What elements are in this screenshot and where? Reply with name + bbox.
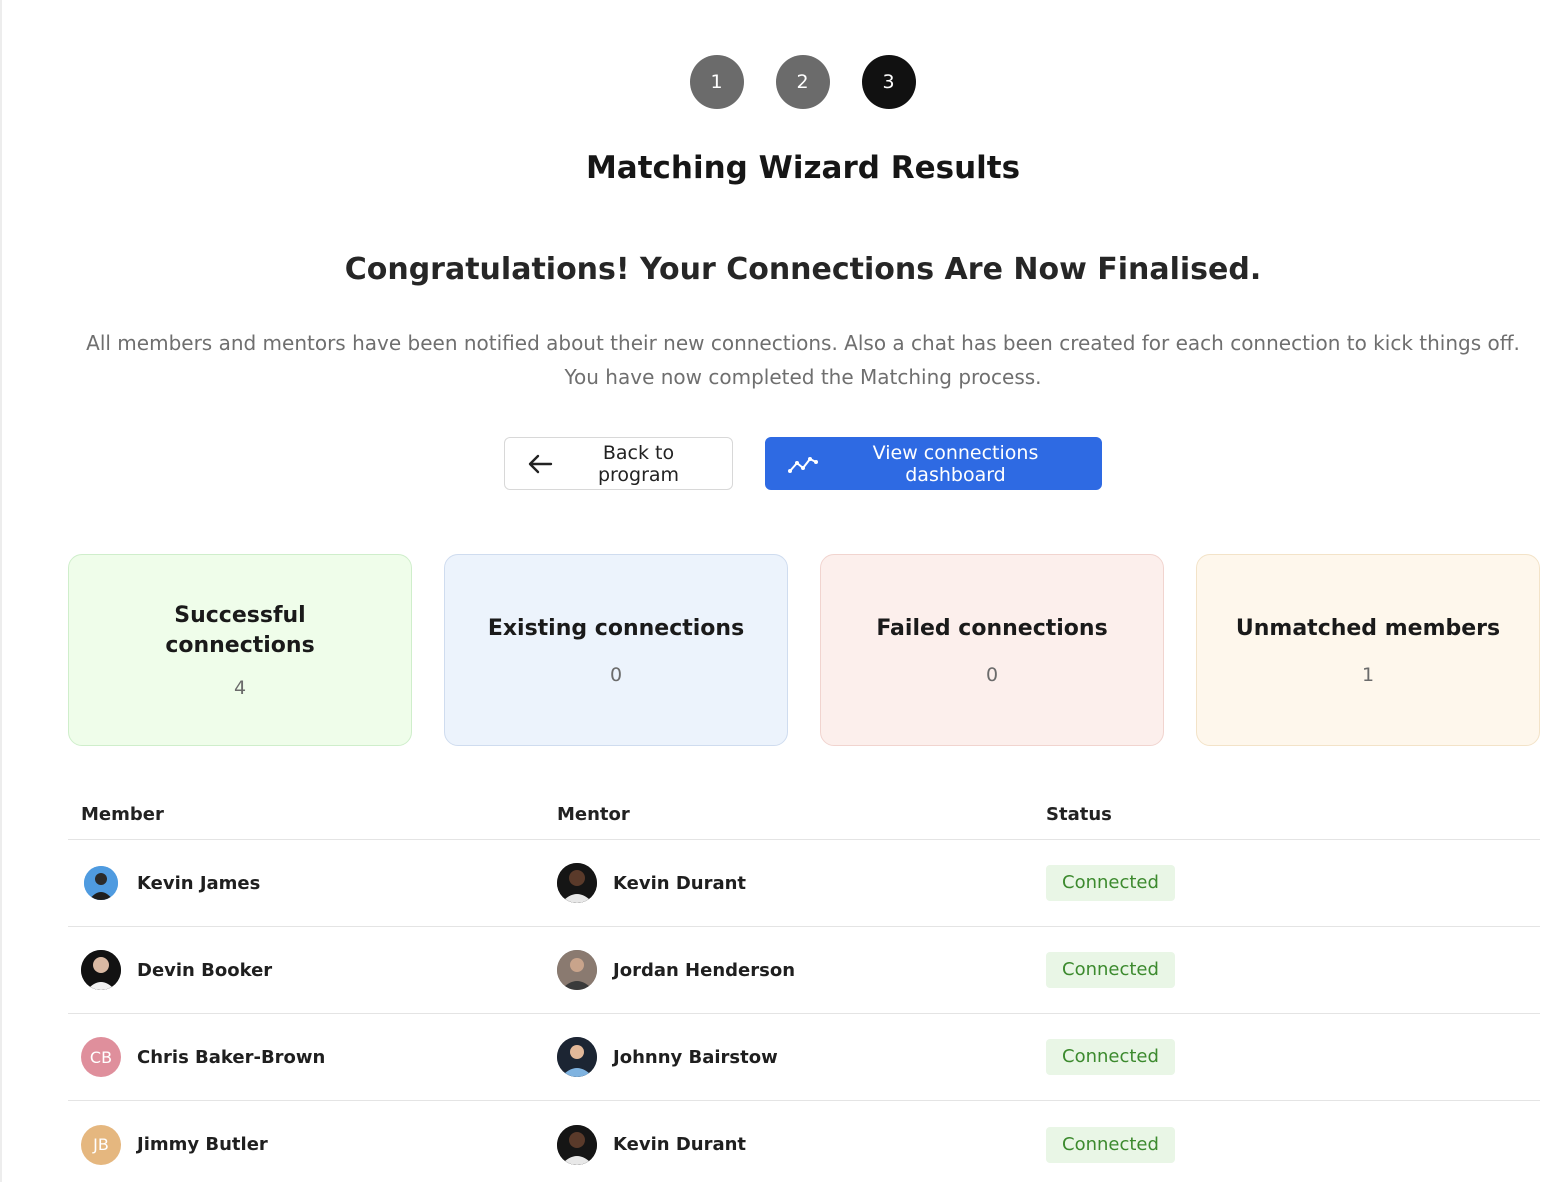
table-row[interactable]: Devin Booker Jordan Henderson Connected xyxy=(68,927,1540,1014)
page-subtitle: Congratulations! Your Connections Are No… xyxy=(344,252,1262,287)
status-cell: Connected xyxy=(1046,865,1540,901)
back-to-program-button[interactable]: Back to program xyxy=(504,437,733,490)
mentor-cell: Kevin Durant xyxy=(557,863,1046,903)
action-buttons: Back to program View connections dashboa… xyxy=(2,437,1566,490)
step-2[interactable]: 2 xyxy=(775,55,830,109)
step-1[interactable]: 1 xyxy=(689,55,744,109)
status-badge: Connected xyxy=(1046,952,1175,988)
avatar xyxy=(84,866,118,900)
status-column-header[interactable]: Status xyxy=(1046,804,1540,825)
connections-table: Member Mentor Status Kevin James Kevin D… xyxy=(68,790,1540,1182)
member-name: Devin Booker xyxy=(137,959,273,981)
existing-connections-card: Existing connections 0 xyxy=(444,554,788,746)
table-header: Member Mentor Status xyxy=(68,790,1540,840)
member-name: Chris Baker-Brown xyxy=(137,1046,326,1068)
member-name: Kevin James xyxy=(137,872,261,894)
failed-connections-card: Failed connections 0 xyxy=(820,554,1164,746)
member-name: Jimmy Butler xyxy=(137,1134,268,1155)
mentor-cell: Jordan Henderson xyxy=(557,950,1046,990)
status-badge: Connected xyxy=(1046,1126,1175,1163)
member-cell: Kevin James xyxy=(68,866,557,900)
mentor-name: Kevin Durant xyxy=(613,872,747,894)
stats-cards: Successful connections 4 Existing connec… xyxy=(68,554,1540,746)
page-description: All members and mentors have been notifi… xyxy=(86,331,1520,389)
member-cell: Devin Booker xyxy=(68,950,557,990)
avatar xyxy=(557,863,597,903)
avatar-initials: CB xyxy=(81,1037,121,1077)
stepper: 1 2 3 xyxy=(2,55,1566,109)
table-row[interactable]: JB Jimmy Butler Kevin Durant Connected xyxy=(68,1101,1540,1182)
page: 1 2 3 Matching Wizard Results Congratula… xyxy=(0,0,1566,1182)
person-photo-icon xyxy=(557,1124,597,1165)
table-row[interactable]: Kevin James Kevin Durant Connected xyxy=(68,840,1540,927)
member-column-header[interactable]: Member xyxy=(68,804,557,825)
avatar xyxy=(557,1124,597,1165)
card-value: 4 xyxy=(233,677,247,699)
card-value: 0 xyxy=(609,664,623,686)
status-cell: Connected xyxy=(1046,1126,1540,1163)
successful-connections-card: Successful connections 4 xyxy=(68,554,412,746)
step-3[interactable]: 3 xyxy=(861,55,916,109)
mentor-name: Kevin Durant xyxy=(613,1134,747,1155)
card-value: 1 xyxy=(1361,664,1375,686)
avatar xyxy=(557,950,597,990)
mentor-name: Jordan Henderson xyxy=(613,959,796,981)
person-photo-icon xyxy=(557,1037,597,1077)
card-title: Failed connections xyxy=(876,616,1108,641)
mentor-cell: Kevin Durant xyxy=(557,1124,1046,1165)
avatar-initials: JB xyxy=(81,1124,121,1165)
person-photo-icon xyxy=(81,950,121,990)
status-badge: Connected xyxy=(1046,1039,1175,1075)
card-title: Successful connections xyxy=(165,603,315,658)
page-title: Matching Wizard Results xyxy=(585,150,1021,186)
table-row[interactable]: CB Chris Baker-Brown Johnny Bairstow Con… xyxy=(68,1014,1540,1101)
person-photo-icon xyxy=(557,863,597,903)
member-cell: JB Jimmy Butler xyxy=(68,1124,557,1165)
person-photo-icon xyxy=(84,866,118,900)
mentor-column-header[interactable]: Mentor xyxy=(557,804,1046,825)
view-connections-dashboard-label: View connections dashboard xyxy=(872,441,1039,486)
card-title: Unmatched members xyxy=(1235,616,1501,641)
back-to-program-label: Back to program xyxy=(597,441,680,486)
mentor-name: Johnny Bairstow xyxy=(613,1046,778,1068)
status-cell: Connected xyxy=(1046,1039,1540,1075)
unmatched-members-card: Unmatched members 1 xyxy=(1196,554,1540,746)
status-badge: Connected xyxy=(1046,865,1175,901)
avatar xyxy=(557,1037,597,1077)
member-cell: CB Chris Baker-Brown xyxy=(68,1037,557,1077)
trend-line-icon xyxy=(788,456,818,473)
card-value: 0 xyxy=(985,664,999,686)
person-photo-icon xyxy=(557,950,597,990)
card-title: Existing connections xyxy=(487,616,745,641)
mentor-cell: Johnny Bairstow xyxy=(557,1037,1046,1077)
view-connections-dashboard-button[interactable]: View connections dashboard xyxy=(765,437,1102,490)
status-cell: Connected xyxy=(1046,952,1540,988)
arrow-left-icon xyxy=(528,454,553,473)
avatar xyxy=(81,950,121,990)
